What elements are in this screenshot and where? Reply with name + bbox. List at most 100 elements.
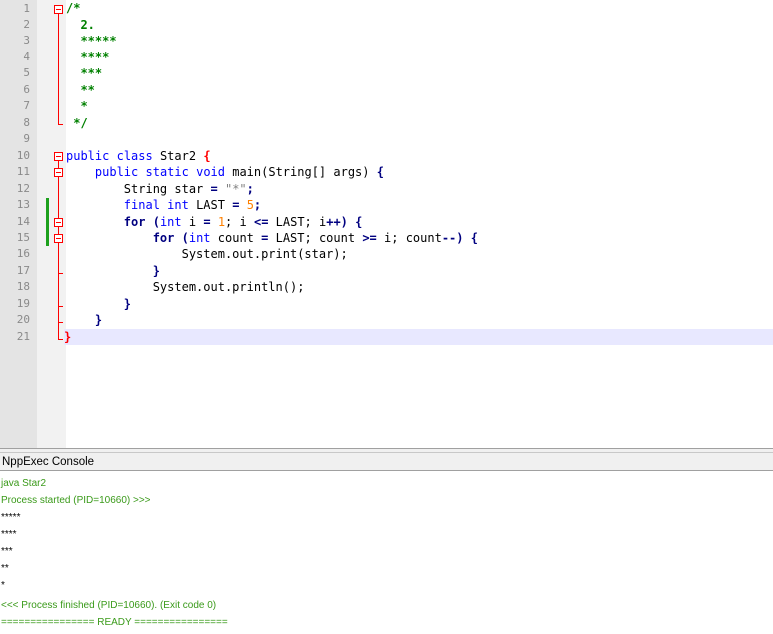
- fold-toggle-icon[interactable]: [54, 234, 63, 243]
- code-line: */: [66, 115, 773, 131]
- comment-token: */: [73, 116, 88, 130]
- fold-end-tick: [58, 273, 63, 274]
- line-number: 8: [23, 116, 30, 129]
- identifier-token: LAST; count: [275, 231, 356, 245]
- line-number: 18: [16, 280, 30, 293]
- number-token: 1: [217, 215, 226, 229]
- console-line: ****: [1, 529, 17, 540]
- code-line: }: [152, 264, 160, 278]
- line-number: 13: [16, 198, 30, 211]
- fold-end-tick: [58, 322, 63, 323]
- fold-end-tick: [58, 339, 63, 340]
- current-code-line[interactable]: }: [64, 329, 773, 345]
- keyword-token: final: [123, 198, 160, 212]
- identifier-token: i; count: [384, 231, 442, 245]
- code-line: *****: [66, 33, 773, 49]
- comment-token: /*: [66, 1, 81, 15]
- console-line: *: [1, 580, 5, 591]
- identifier-token: count: [217, 231, 254, 245]
- line-number: 4: [23, 50, 30, 63]
- change-history-margin: [37, 0, 52, 448]
- line-number: 1: [23, 2, 30, 15]
- code-line: for (int i = 1; i <= LAST; i++) {: [123, 215, 363, 229]
- console-line: ***: [1, 546, 13, 557]
- keyword-token: int: [188, 231, 211, 245]
- line-number: 7: [23, 99, 30, 112]
- line-number: 6: [23, 83, 30, 96]
- console-line: java Star2: [1, 478, 47, 489]
- console-line: <<< Process finished (PID=10660). (Exit …: [1, 600, 217, 611]
- comment-token: *****: [80, 34, 117, 48]
- fold-line: [58, 14, 59, 124]
- line-number: 9: [23, 132, 30, 145]
- fold-margin: [52, 0, 66, 448]
- fold-end-tick: [58, 306, 63, 307]
- console-line: *****: [1, 512, 21, 523]
- line-number: 3: [23, 34, 30, 47]
- code-line: /*: [66, 0, 773, 16]
- line-number: 5: [23, 66, 30, 79]
- code-line: System.out.print(star);: [66, 246, 773, 262]
- keyword-token: static: [145, 165, 189, 179]
- code-line: ****: [66, 49, 773, 65]
- identifier-token: i: [188, 215, 197, 229]
- identifier-token: Star2: [159, 149, 197, 163]
- line-number: 12: [16, 182, 30, 195]
- comment-token: **: [80, 83, 95, 97]
- code-line: public class Star2 {: [66, 149, 211, 163]
- console-title: NppExec Console: [0, 453, 773, 471]
- identifier-token: LAST; i: [275, 215, 327, 229]
- code-line: }: [94, 313, 103, 327]
- line-number: 20: [16, 313, 30, 326]
- comment-token: ***: [80, 66, 103, 80]
- fold-toggle-icon[interactable]: [54, 168, 63, 177]
- code-area[interactable]: /* 2. ***** **** *** ** * */ public clas…: [64, 0, 773, 448]
- line-number: 15: [16, 231, 30, 244]
- code-line: ***: [66, 65, 773, 81]
- fold-end-tick: [58, 124, 63, 125]
- comment-token: ****: [80, 50, 110, 64]
- line-number: 2: [23, 18, 30, 31]
- code-line: final int LAST = 5;: [123, 198, 262, 212]
- line-number: 10: [16, 149, 30, 162]
- code-line: 2.: [66, 17, 773, 33]
- fold-toggle-icon[interactable]: [54, 152, 63, 161]
- code-line: String star = "*";: [123, 182, 254, 196]
- string-token: "*": [224, 182, 247, 196]
- console-line: **: [1, 563, 9, 574]
- change-marker: [46, 198, 49, 246]
- identifier-token: main(String[] args): [232, 165, 370, 179]
- console-line: ================ READY ================: [1, 617, 228, 628]
- line-number-gutter: 1 2 3 4 5 6 7 8 9 10 11 12 13 14 15 16 1…: [0, 0, 37, 448]
- keyword-token: for: [123, 215, 146, 229]
- keyword-token: void: [196, 165, 225, 179]
- code-editor[interactable]: 1 2 3 4 5 6 7 8 9 10 11 12 13 14 15 16 1…: [0, 0, 773, 448]
- identifier-token: String star: [123, 182, 204, 196]
- console-line: Process started (PID=10660) >>>: [1, 495, 151, 506]
- code-line: System.out.println();: [66, 279, 773, 295]
- code-line: *: [66, 98, 773, 114]
- number-token: 5: [246, 198, 254, 212]
- identifier-token: LAST: [196, 198, 225, 212]
- code-line: public static void main(String[] args) {: [94, 165, 384, 179]
- line-number: 17: [16, 264, 30, 277]
- line-number: 19: [16, 297, 30, 310]
- line-number: 14: [16, 215, 30, 228]
- line-number: 16: [16, 247, 30, 260]
- identifier-token: ; i: [225, 215, 247, 229]
- identifier-token: System.out.println();: [152, 280, 305, 294]
- keyword-token: class: [116, 149, 153, 163]
- fold-toggle-icon[interactable]: [54, 5, 63, 14]
- comment-token: 2.: [80, 18, 95, 32]
- code-line: **: [66, 82, 773, 98]
- console-output[interactable]: java Star2 Process started (PID=10660) >…: [0, 472, 773, 634]
- fold-line: [58, 161, 59, 339]
- code-line: }: [123, 297, 132, 311]
- fold-toggle-icon[interactable]: [54, 218, 63, 227]
- keyword-token: public: [94, 165, 139, 179]
- keyword-token: int: [167, 198, 189, 212]
- keyword-token: int: [159, 215, 182, 229]
- line-number: 21: [16, 330, 30, 343]
- code-line: for (int count = LAST; count >= i; count…: [152, 231, 478, 245]
